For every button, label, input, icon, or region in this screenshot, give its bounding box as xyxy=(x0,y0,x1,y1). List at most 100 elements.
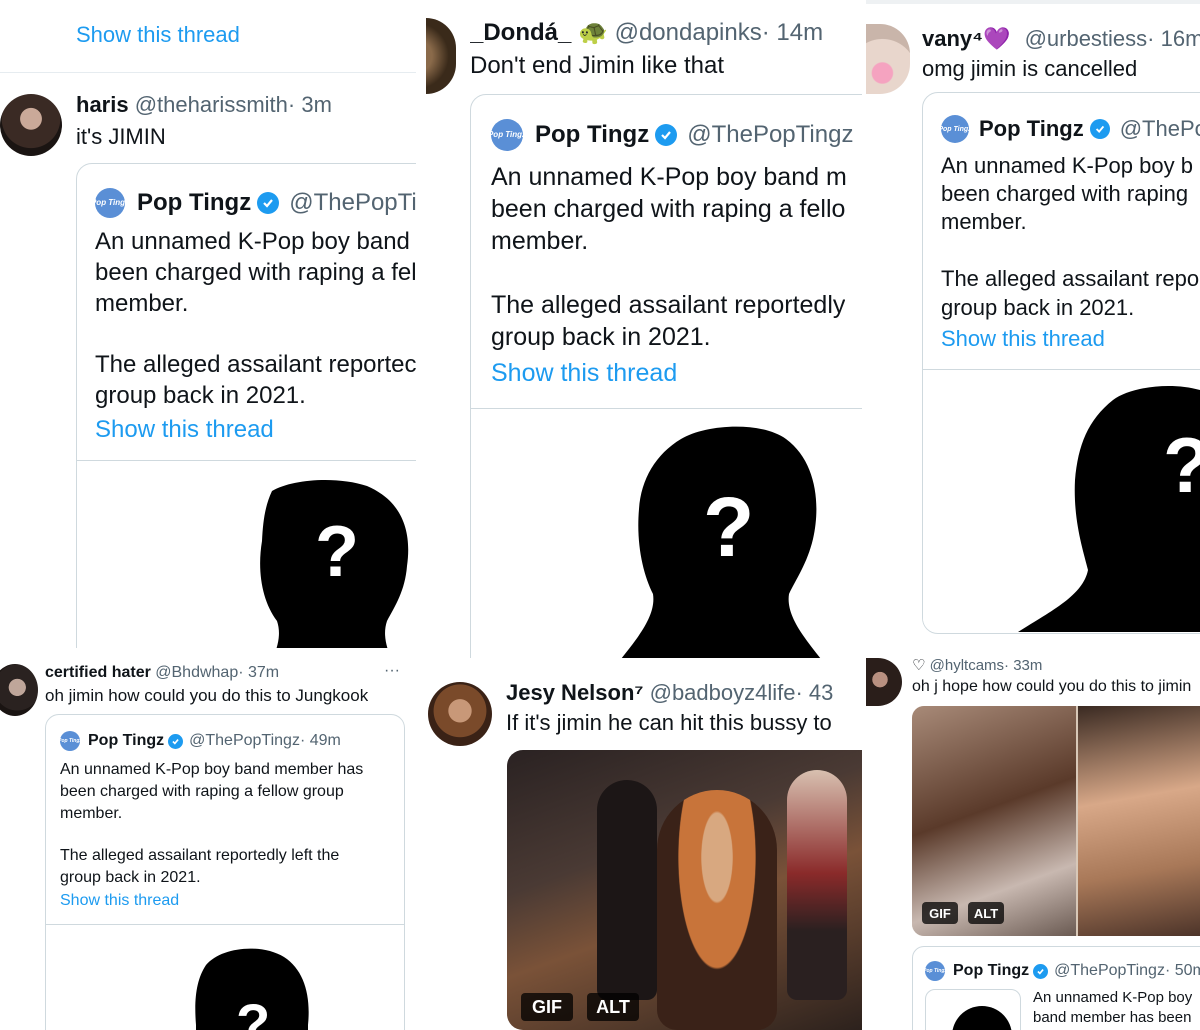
top-show-thread-link[interactable]: Show this thread xyxy=(76,22,240,48)
avatar[interactable] xyxy=(862,658,902,706)
user-handle[interactable]: @theharissmith xyxy=(135,92,288,117)
tweet-text: omg jimin is cancelled xyxy=(922,56,1138,81)
user-handle[interactable]: @badboyz4life xyxy=(650,680,796,705)
user-handle[interactable]: @Bhdwhap xyxy=(155,664,238,681)
gutter xyxy=(426,658,862,662)
user-name[interactable]: Jesy Nelson⁷ xyxy=(506,680,643,705)
person-silhouette-icon xyxy=(195,948,309,1030)
quote-user-handle[interactable]: @ThePopTingz xyxy=(1054,962,1165,980)
quote-line-1: An unnamed K-Pop boy xyxy=(1033,989,1193,1006)
alt-badge[interactable]: ALT xyxy=(587,993,639,1021)
person-silhouette-icon xyxy=(621,426,821,659)
quote-user-handle[interactable]: @ThePopTin xyxy=(289,189,418,217)
gutter xyxy=(416,0,426,1030)
main-figure xyxy=(657,790,777,1030)
gutter xyxy=(0,648,416,652)
quote-card[interactable]: Pop Tingz Pop Tingz @ThePopTin An unname… xyxy=(76,163,418,648)
heart-icon: ♡ xyxy=(912,657,926,674)
user-name[interactable]: certified hater xyxy=(45,664,151,681)
quote-line-3: member. xyxy=(491,227,589,255)
quote-line-2: been charged with raping a fel xyxy=(95,259,417,286)
user-name[interactable]: haris xyxy=(76,92,129,117)
quote-user-handle[interactable]: @ThePopTingz xyxy=(189,732,300,750)
more-options-icon[interactable]: ··· xyxy=(384,662,400,680)
tweet-time[interactable]: · 33m xyxy=(1004,657,1042,674)
tweet-header: _Dondá_ 🐢 @dondapinks· 14m xyxy=(470,18,823,47)
quote-user-name[interactable]: Pop Tingz xyxy=(953,962,1029,980)
avatar[interactable] xyxy=(0,664,38,716)
alt-badge[interactable]: ALT xyxy=(968,902,1004,924)
person-silhouette-icon xyxy=(952,1006,1012,1030)
quote-line-5: group back in 2021. xyxy=(491,323,711,351)
quote-line-3: member. xyxy=(60,805,123,822)
tweet-text: Don't end Jimin like that xyxy=(470,52,725,79)
tweet-panel-haris: Show this thread haris @theharissmith· 3… xyxy=(0,0,418,648)
tweet-text: If it's jimin he can hit this bussy to xyxy=(506,710,832,735)
quote-user-handle[interactable]: @ThePop xyxy=(1120,116,1200,142)
quote-user-name[interactable]: Pop Tingz xyxy=(979,116,1084,142)
mystery-silhouette-image[interactable]: ? xyxy=(471,409,864,660)
user-name[interactable]: _Dondá_ xyxy=(470,19,571,46)
quote-user-name[interactable]: Pop Tingz xyxy=(137,189,251,217)
gif-media[interactable]: GIF ALT xyxy=(507,750,862,1030)
quote-header: Pop Tingz Pop Tingz @ThePop xyxy=(938,115,1200,143)
tweet-time[interactable]: · 3m xyxy=(288,92,332,117)
tweet-header: certified hater @Bhdwhap· 37m xyxy=(45,664,279,682)
pop-tingz-logo: Pop Tingz xyxy=(58,731,82,751)
quote-line-5: group back in 2021. xyxy=(60,869,201,886)
avatar[interactable] xyxy=(864,24,910,94)
user-handle[interactable]: @hyltcams xyxy=(930,657,1004,674)
quote-line-1: An unnamed K-Pop boy band member has xyxy=(60,761,364,778)
avatar[interactable] xyxy=(428,682,492,746)
tweet-time[interactable]: · 16m xyxy=(1147,26,1200,51)
quote-header: Pop Tingz Pop Tingz @ThePopTin xyxy=(91,188,418,218)
gif-badge: GIF xyxy=(521,993,573,1021)
show-thread-link[interactable]: Show this thread xyxy=(95,416,274,444)
user-name[interactable]: vany⁴ xyxy=(922,26,983,51)
mystery-silhouette-thumbnail[interactable] xyxy=(925,989,1021,1030)
tweet-panel-vany: vany⁴💜 @urbestiess· 16m omg jimin is can… xyxy=(864,0,1200,648)
show-thread-link[interactable]: Show this thread xyxy=(60,892,179,910)
quote-header: Pop Tingz Pop Tingz @ThePopTingz xyxy=(488,119,853,151)
user-handle[interactable]: @urbestiess xyxy=(1025,26,1148,51)
gif-badge: GIF xyxy=(922,902,958,924)
show-thread-link[interactable]: Show this thread xyxy=(491,359,677,388)
quote-line-5: group back in 2021. xyxy=(95,382,306,409)
mystery-silhouette-image[interactable]: ? xyxy=(77,461,418,648)
turtle-emoji-icon: 🐢 xyxy=(578,19,608,46)
quote-time[interactable]: · 50m xyxy=(1165,962,1200,980)
verified-badge-icon xyxy=(1089,119,1110,139)
mystery-silhouette-image[interactable]: ? xyxy=(46,925,404,1030)
tweet-text: oh jimin how could you do this to Jungko… xyxy=(45,686,369,705)
quote-user-handle[interactable]: @ThePopTingz xyxy=(687,121,853,149)
pop-tingz-logo: Pop Tingz xyxy=(488,119,526,151)
show-thread-link[interactable]: Show this thread xyxy=(941,326,1105,352)
tweet-header: ♡ @hyltcams· 33m xyxy=(912,656,1042,674)
quote-line-3: member. xyxy=(95,290,189,317)
quote-time[interactable]: · 49m xyxy=(300,732,341,750)
tweet-time[interactable]: · 14m xyxy=(762,19,823,46)
quote-user-name[interactable]: Pop Tingz xyxy=(535,121,649,149)
quote-card[interactable]: Pop Tingz Pop Tingz @ThePopTingz· 50m An… xyxy=(912,946,1200,1030)
purple-heart-icon: 💜 xyxy=(983,26,1011,51)
tweet-header: vany⁴💜 @urbestiess· 16m xyxy=(922,26,1200,52)
quote-user-name[interactable]: Pop Tingz xyxy=(88,732,164,750)
quote-card[interactable]: Pop Tingz Pop Tingz @ThePopTingz An unna… xyxy=(470,94,864,660)
avatar[interactable] xyxy=(0,94,62,156)
background-figure xyxy=(597,780,657,1000)
quote-card[interactable]: Pop Tingz Pop Tingz @ThePopTingz · 49m An… xyxy=(45,714,405,1030)
quote-line-1: An unnamed K-Pop boy band m xyxy=(491,163,847,191)
mystery-silhouette-image[interactable]: ? xyxy=(923,370,1200,632)
quote-line-4: The alleged assailant repo xyxy=(941,266,1200,291)
divider xyxy=(0,72,418,73)
tweet-text: oh j hope how could you do this to jimin xyxy=(912,678,1192,695)
tweet-time[interactable]: · 37m xyxy=(238,664,279,681)
question-mark: ? xyxy=(315,512,359,592)
gif-media[interactable]: GIF ALT xyxy=(912,706,1200,936)
tweet-time[interactable]: · 43 xyxy=(795,680,833,705)
gutter xyxy=(862,0,866,1030)
user-handle[interactable]: @dondapinks xyxy=(615,19,762,46)
quote-line-5: group back in 2021. xyxy=(941,295,1135,320)
person-silhouette-icon xyxy=(260,480,409,648)
quote-card[interactable]: Pop Tingz Pop Tingz @ThePop An unnamed K… xyxy=(922,92,1200,634)
